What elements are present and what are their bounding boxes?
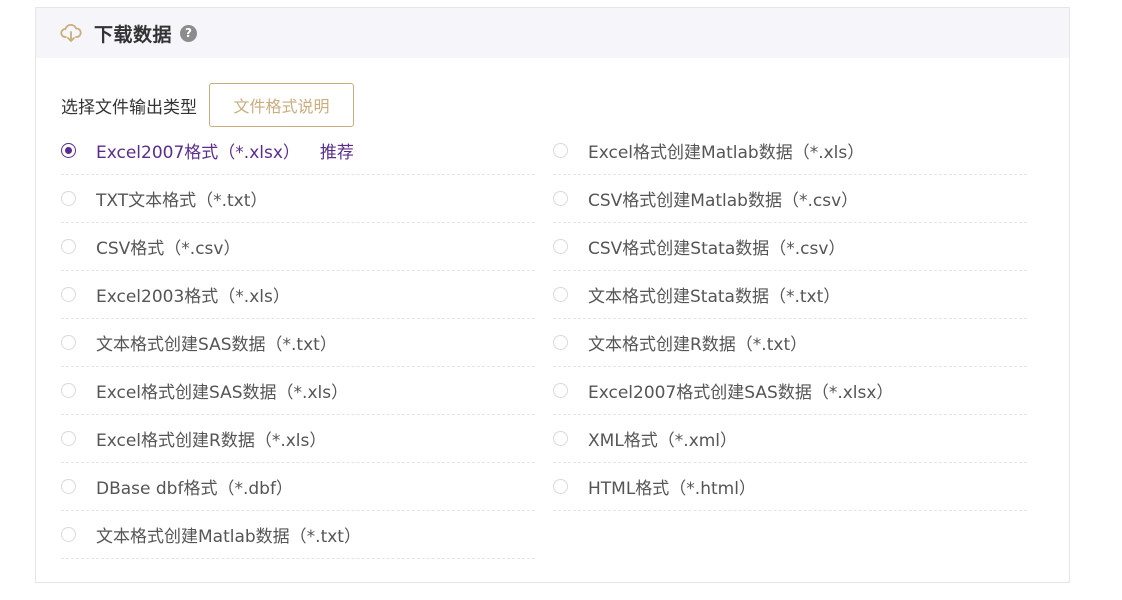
format-option[interactable]: Excel格式创建Matlab数据（*.xls）: [553, 127, 1027, 175]
radio-unchecked[interactable]: [61, 431, 76, 446]
radio-unchecked[interactable]: [553, 287, 568, 302]
format-option-label: 文本格式创建R数据（*.txt）: [588, 335, 808, 355]
format-option[interactable]: Excel2003格式（*.xls）: [61, 271, 535, 319]
format-option-label: DBase dbf格式（*.dbf）: [96, 479, 293, 499]
panel-header: 下载数据 ?: [36, 8, 1069, 58]
radio-unchecked[interactable]: [553, 239, 568, 254]
format-option-label: TXT文本格式（*.txt）: [96, 191, 268, 211]
format-options-right-column: Excel格式创建Matlab数据（*.xls） CSV格式创建Matlab数据（…: [553, 127, 1027, 511]
radio-unchecked[interactable]: [61, 191, 76, 206]
radio-unchecked[interactable]: [553, 191, 568, 206]
format-option-label: 文本格式创建Matlab数据（*.txt）: [96, 527, 361, 547]
format-option[interactable]: CSV格式创建Stata数据（*.csv）: [553, 223, 1027, 271]
radio-unchecked[interactable]: [553, 335, 568, 350]
format-option-label: Excel2003格式（*.xls）: [96, 287, 290, 307]
help-icon[interactable]: ?: [180, 24, 198, 42]
format-option[interactable]: CSV格式（*.csv）: [61, 223, 535, 271]
format-option-label: CSV格式（*.csv）: [96, 239, 241, 259]
format-option-label: Excel格式创建R数据（*.xls）: [96, 431, 327, 451]
radio-unchecked[interactable]: [61, 287, 76, 302]
radio-unchecked[interactable]: [61, 527, 76, 542]
radio-unchecked[interactable]: [553, 143, 568, 158]
radio-unchecked[interactable]: [553, 431, 568, 446]
format-option-label: 文本格式创建Stata数据（*.txt）: [588, 287, 841, 307]
radio-unchecked[interactable]: [553, 383, 568, 398]
format-option[interactable]: Excel2007格式（*.xlsx） 推荐: [61, 127, 535, 175]
file-type-label: 选择文件输出类型: [61, 97, 197, 118]
format-option[interactable]: DBase dbf格式（*.dbf）: [61, 463, 535, 511]
download-data-panel: 下载数据 ? 选择文件输出类型 文件格式说明 Excel2007格式（*.xls…: [35, 7, 1070, 583]
format-option-label: Excel2007格式（*.xlsx）: [96, 143, 300, 163]
format-option[interactable]: XML格式（*.xml）: [553, 415, 1027, 463]
format-option-label: Excel2007格式创建SAS数据（*.xlsx）: [588, 383, 894, 403]
format-option-label: Excel格式创建SAS数据（*.xls）: [96, 383, 349, 403]
format-option-label: 文本格式创建SAS数据（*.txt）: [96, 335, 337, 355]
format-option[interactable]: CSV格式创建Matlab数据（*.csv）: [553, 175, 1027, 223]
format-option[interactable]: HTML格式（*.html）: [553, 463, 1027, 511]
radio-unchecked[interactable]: [553, 479, 568, 494]
format-option-label: CSV格式创建Matlab数据（*.csv）: [588, 191, 859, 211]
format-option[interactable]: 文本格式创建SAS数据（*.txt）: [61, 319, 535, 367]
format-option[interactable]: Excel2007格式创建SAS数据（*.xlsx）: [553, 367, 1027, 415]
format-option[interactable]: TXT文本格式（*.txt）: [61, 175, 535, 223]
format-option[interactable]: Excel格式创建R数据（*.xls）: [61, 415, 535, 463]
cloud-download-icon: [60, 22, 82, 44]
radio-unchecked[interactable]: [61, 239, 76, 254]
format-option-label: HTML格式（*.html）: [588, 479, 756, 499]
format-option-label: Excel格式创建Matlab数据（*.xls）: [588, 143, 865, 163]
format-options-left-column: Excel2007格式（*.xlsx） 推荐 TXT文本格式（*.txt） CSV格式…: [61, 127, 535, 559]
format-option-label: CSV格式创建Stata数据（*.csv）: [588, 239, 846, 259]
format-help-button[interactable]: 文件格式说明: [209, 83, 354, 127]
file-type-row: 选择文件输出类型 文件格式说明: [61, 83, 354, 127]
radio-unchecked[interactable]: [61, 383, 76, 398]
radio-unchecked[interactable]: [61, 335, 76, 350]
radio-unchecked[interactable]: [61, 479, 76, 494]
format-option-label: XML格式（*.xml）: [588, 431, 738, 451]
radio-checked[interactable]: [61, 143, 76, 158]
panel-title: 下载数据: [94, 23, 173, 46]
format-option[interactable]: Excel格式创建SAS数据（*.xls）: [61, 367, 535, 415]
format-option[interactable]: 文本格式创建Stata数据（*.txt）: [553, 271, 1027, 319]
recommended-badge: 推荐: [319, 143, 354, 163]
format-option[interactable]: 文本格式创建R数据（*.txt）: [553, 319, 1027, 367]
format-option[interactable]: 文本格式创建Matlab数据（*.txt）: [61, 511, 535, 559]
